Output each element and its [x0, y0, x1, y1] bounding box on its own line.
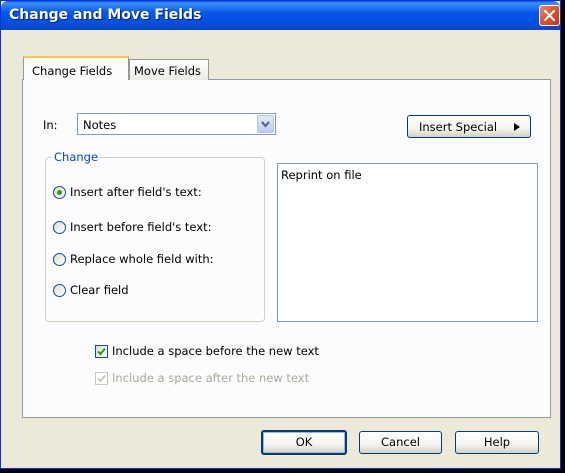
change-groupbox — [45, 157, 265, 322]
title-bar[interactable]: Change and Move Fields — [1, 1, 560, 30]
radio-label: Replace whole field with: — [70, 252, 214, 266]
window-title: Change and Move Fields — [9, 7, 202, 23]
radio-replace-whole[interactable] — [53, 253, 66, 266]
radio-insert-before[interactable] — [53, 221, 66, 234]
in-field-select[interactable]: Notes — [77, 113, 276, 135]
help-label: Help — [483, 435, 511, 449]
dropdown-button[interactable] — [257, 115, 274, 133]
chevron-down-icon — [261, 121, 270, 128]
tab-label: Change Fields — [32, 64, 113, 78]
ok-button[interactable]: OK — [261, 430, 347, 455]
ok-label: OK — [295, 435, 313, 449]
checkbox-space-after — [95, 372, 108, 385]
radio-insert-after[interactable] — [53, 186, 66, 199]
radio-label: Clear field — [70, 283, 129, 297]
close-icon — [544, 10, 555, 21]
close-button[interactable] — [539, 5, 560, 26]
radio-label: Insert after field's text: — [70, 185, 202, 199]
help-button[interactable]: Help — [455, 431, 539, 454]
radio-label: Insert before field's text: — [70, 220, 212, 234]
in-field-value: Notes — [83, 118, 117, 132]
triangle-right-icon — [514, 123, 520, 131]
tab-change-fields[interactable]: Change Fields — [23, 56, 129, 80]
tab-label: Move Fields — [134, 64, 202, 78]
radio-clear-field[interactable] — [53, 284, 66, 297]
cancel-label: Cancel — [381, 435, 420, 449]
checkbox-label: Include a space before the new text — [112, 344, 319, 358]
checkmark-icon — [97, 374, 106, 383]
in-label: In: — [43, 118, 58, 132]
insert-special-button[interactable]: Insert Special — [407, 115, 531, 138]
text-area-value: Reprint on file — [281, 168, 362, 182]
checkbox-space-before[interactable] — [95, 345, 108, 358]
cancel-button[interactable]: Cancel — [359, 431, 442, 454]
checkbox-label: Include a space after the new text — [112, 371, 310, 385]
change-group-title: Change — [52, 150, 101, 164]
insert-special-label: Insert Special — [419, 120, 498, 134]
tab-move-fields[interactable]: Move Fields — [129, 59, 209, 80]
text-input-area[interactable]: Reprint on file — [277, 163, 538, 322]
checkmark-icon — [97, 347, 106, 356]
